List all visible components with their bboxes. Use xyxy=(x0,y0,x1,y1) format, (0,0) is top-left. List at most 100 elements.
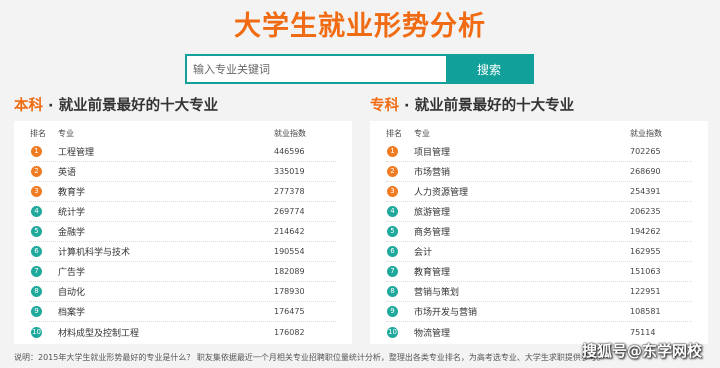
employment-index: 194262 xyxy=(630,227,661,236)
table-row[interactable]: 10 物流管理 75114 xyxy=(386,322,692,342)
college-table: 排名 专业 就业指数 1 项目管理 702265 2 市场营销 268690 3 人力资源管理… xyxy=(370,121,708,344)
major-column-header: 专业 xyxy=(58,129,74,138)
major-name: 计算机科学与技术 xyxy=(58,248,131,258)
rank-column-header: 排名 xyxy=(30,129,46,138)
rank-cell: 6 xyxy=(30,246,58,257)
rank-cell: 5 xyxy=(386,226,414,237)
table-row[interactable]: 3 教育学 277378 xyxy=(30,182,336,202)
college-panel: 专科 · 就业前景最好的十大专业 排名 专业 就业指数 1 项目管理 702265 2… xyxy=(370,95,708,344)
rank-cell: 7 xyxy=(386,266,414,277)
college-table-header: 排名 专业 就业指数 xyxy=(386,126,692,142)
rank-badge: 7 xyxy=(31,266,42,277)
major-name: 档案学 xyxy=(58,308,86,318)
major-name: 市场开发与营销 xyxy=(414,308,478,318)
rank-badge: 8 xyxy=(387,286,398,297)
rank-badge: 9 xyxy=(387,306,398,317)
table-row[interactable]: 4 统计学 269774 xyxy=(30,202,336,222)
rank-badge: 2 xyxy=(31,166,42,177)
major-column-header: 专业 xyxy=(414,129,430,138)
table-row[interactable]: 3 人力资源管理 254391 xyxy=(386,182,692,202)
employment-index: 206235 xyxy=(630,207,661,216)
rank-cell: 8 xyxy=(30,286,58,297)
table-row[interactable]: 5 商务管理 194262 xyxy=(386,222,692,242)
rank-cell: 3 xyxy=(30,186,58,197)
major-name: 材料成型及控制工程 xyxy=(58,328,140,339)
rank-cell: 4 xyxy=(30,206,58,217)
rank-cell: 1 xyxy=(30,146,58,157)
major-name: 人力资源管理 xyxy=(414,188,469,198)
rank-badge: 5 xyxy=(387,226,398,237)
rank-badge: 9 xyxy=(31,306,42,317)
college-label: 专科 xyxy=(370,98,399,114)
rank-badge: 10 xyxy=(387,326,398,338)
major-name: 项目管理 xyxy=(414,148,451,158)
table-row[interactable]: 2 市场营销 268690 xyxy=(386,162,692,182)
major-name: 统计学 xyxy=(58,208,86,218)
employment-index: 176475 xyxy=(274,307,305,316)
college-table-body: 1 项目管理 702265 2 市场营销 268690 3 人力资源管理 254391 4 旅游管理… xyxy=(386,142,692,342)
rank-badge: 4 xyxy=(387,206,398,217)
table-row[interactable]: 1 项目管理 702265 xyxy=(386,142,692,162)
major-name: 金融学 xyxy=(58,228,86,238)
table-row[interactable]: 4 旅游管理 206235 xyxy=(386,202,692,222)
employment-index: 122951 xyxy=(630,287,661,296)
college-panel-heading: 专科 · 就业前景最好的十大专业 xyxy=(370,95,708,117)
table-row[interactable]: 5 金融学 214642 xyxy=(30,222,336,242)
major-name: 市场营销 xyxy=(414,168,451,178)
table-row[interactable]: 6 会计 162955 xyxy=(386,242,692,262)
major-name: 广告学 xyxy=(58,268,86,278)
employment-index: 162955 xyxy=(630,247,661,256)
college-heading-text: · 就业前景最好的十大专业 xyxy=(399,98,575,114)
page-title: 大学生就业形势分析 xyxy=(234,11,486,42)
employment-index: 446596 xyxy=(274,147,305,156)
search-input[interactable] xyxy=(187,56,446,82)
table-row[interactable]: 10 材料成型及控制工程 176082 xyxy=(30,322,336,342)
employment-index: 75114 xyxy=(630,327,656,337)
rank-cell: 2 xyxy=(30,166,58,177)
table-row[interactable]: 9 市场开发与营销 108581 xyxy=(386,302,692,322)
employment-index: 108581 xyxy=(630,307,661,316)
undergrad-label: 本科 xyxy=(14,98,43,114)
major-name: 教育管理 xyxy=(414,268,451,278)
undergrad-panel: 本科 · 就业前景最好的十大专业 排名 专业 就业指数 1 工程管理 446596 2… xyxy=(14,95,352,344)
rank-badge: 1 xyxy=(31,146,42,157)
major-name: 商务管理 xyxy=(414,228,451,238)
rank-badge: 4 xyxy=(31,206,42,217)
search-button[interactable]: 搜索 xyxy=(446,56,532,82)
table-row[interactable]: 7 教育管理 151063 xyxy=(386,262,692,282)
major-name: 英语 xyxy=(58,168,77,178)
employment-index: 269774 xyxy=(274,207,305,216)
rank-badge: 3 xyxy=(31,186,42,197)
table-row[interactable]: 7 广告学 182089 xyxy=(30,262,336,282)
search-bar: 搜索 xyxy=(185,54,534,84)
table-row[interactable]: 8 营销与策划 122951 xyxy=(386,282,692,302)
employment-index: 335019 xyxy=(274,167,305,176)
rank-cell: 2 xyxy=(386,166,414,177)
rank-badge: 8 xyxy=(31,286,42,297)
employment-index: 176082 xyxy=(274,327,305,337)
employment-index: 190554 xyxy=(274,247,305,256)
rank-column-header: 排名 xyxy=(386,129,402,138)
rank-cell: 9 xyxy=(30,306,58,317)
rank-cell: 4 xyxy=(386,206,414,217)
rank-badge: 3 xyxy=(387,186,398,197)
table-row[interactable]: 2 英语 335019 xyxy=(30,162,336,182)
employment-index: 268690 xyxy=(630,167,661,176)
table-row[interactable]: 6 计算机科学与技术 190554 xyxy=(30,242,336,262)
rank-cell: 10 xyxy=(386,326,414,338)
table-row[interactable]: 1 工程管理 446596 xyxy=(30,142,336,162)
watermark: 搜狐号@东学网校 xyxy=(582,342,703,360)
employment-index: 277378 xyxy=(274,187,305,196)
table-row[interactable]: 9 档案学 176475 xyxy=(30,302,336,322)
rank-cell: 7 xyxy=(30,266,58,277)
rank-badge: 10 xyxy=(31,326,42,338)
employment-index: 178930 xyxy=(274,287,305,296)
employment-index: 254391 xyxy=(630,187,661,196)
rank-badge: 2 xyxy=(387,166,398,177)
rank-badge: 1 xyxy=(387,146,398,157)
undergrad-table-header: 排名 专业 就业指数 xyxy=(30,126,336,142)
rank-badge: 6 xyxy=(31,246,42,257)
major-name: 营销与策划 xyxy=(414,288,460,298)
index-column-header: 就业指数 xyxy=(630,129,662,138)
table-row[interactable]: 8 自动化 178930 xyxy=(30,282,336,302)
